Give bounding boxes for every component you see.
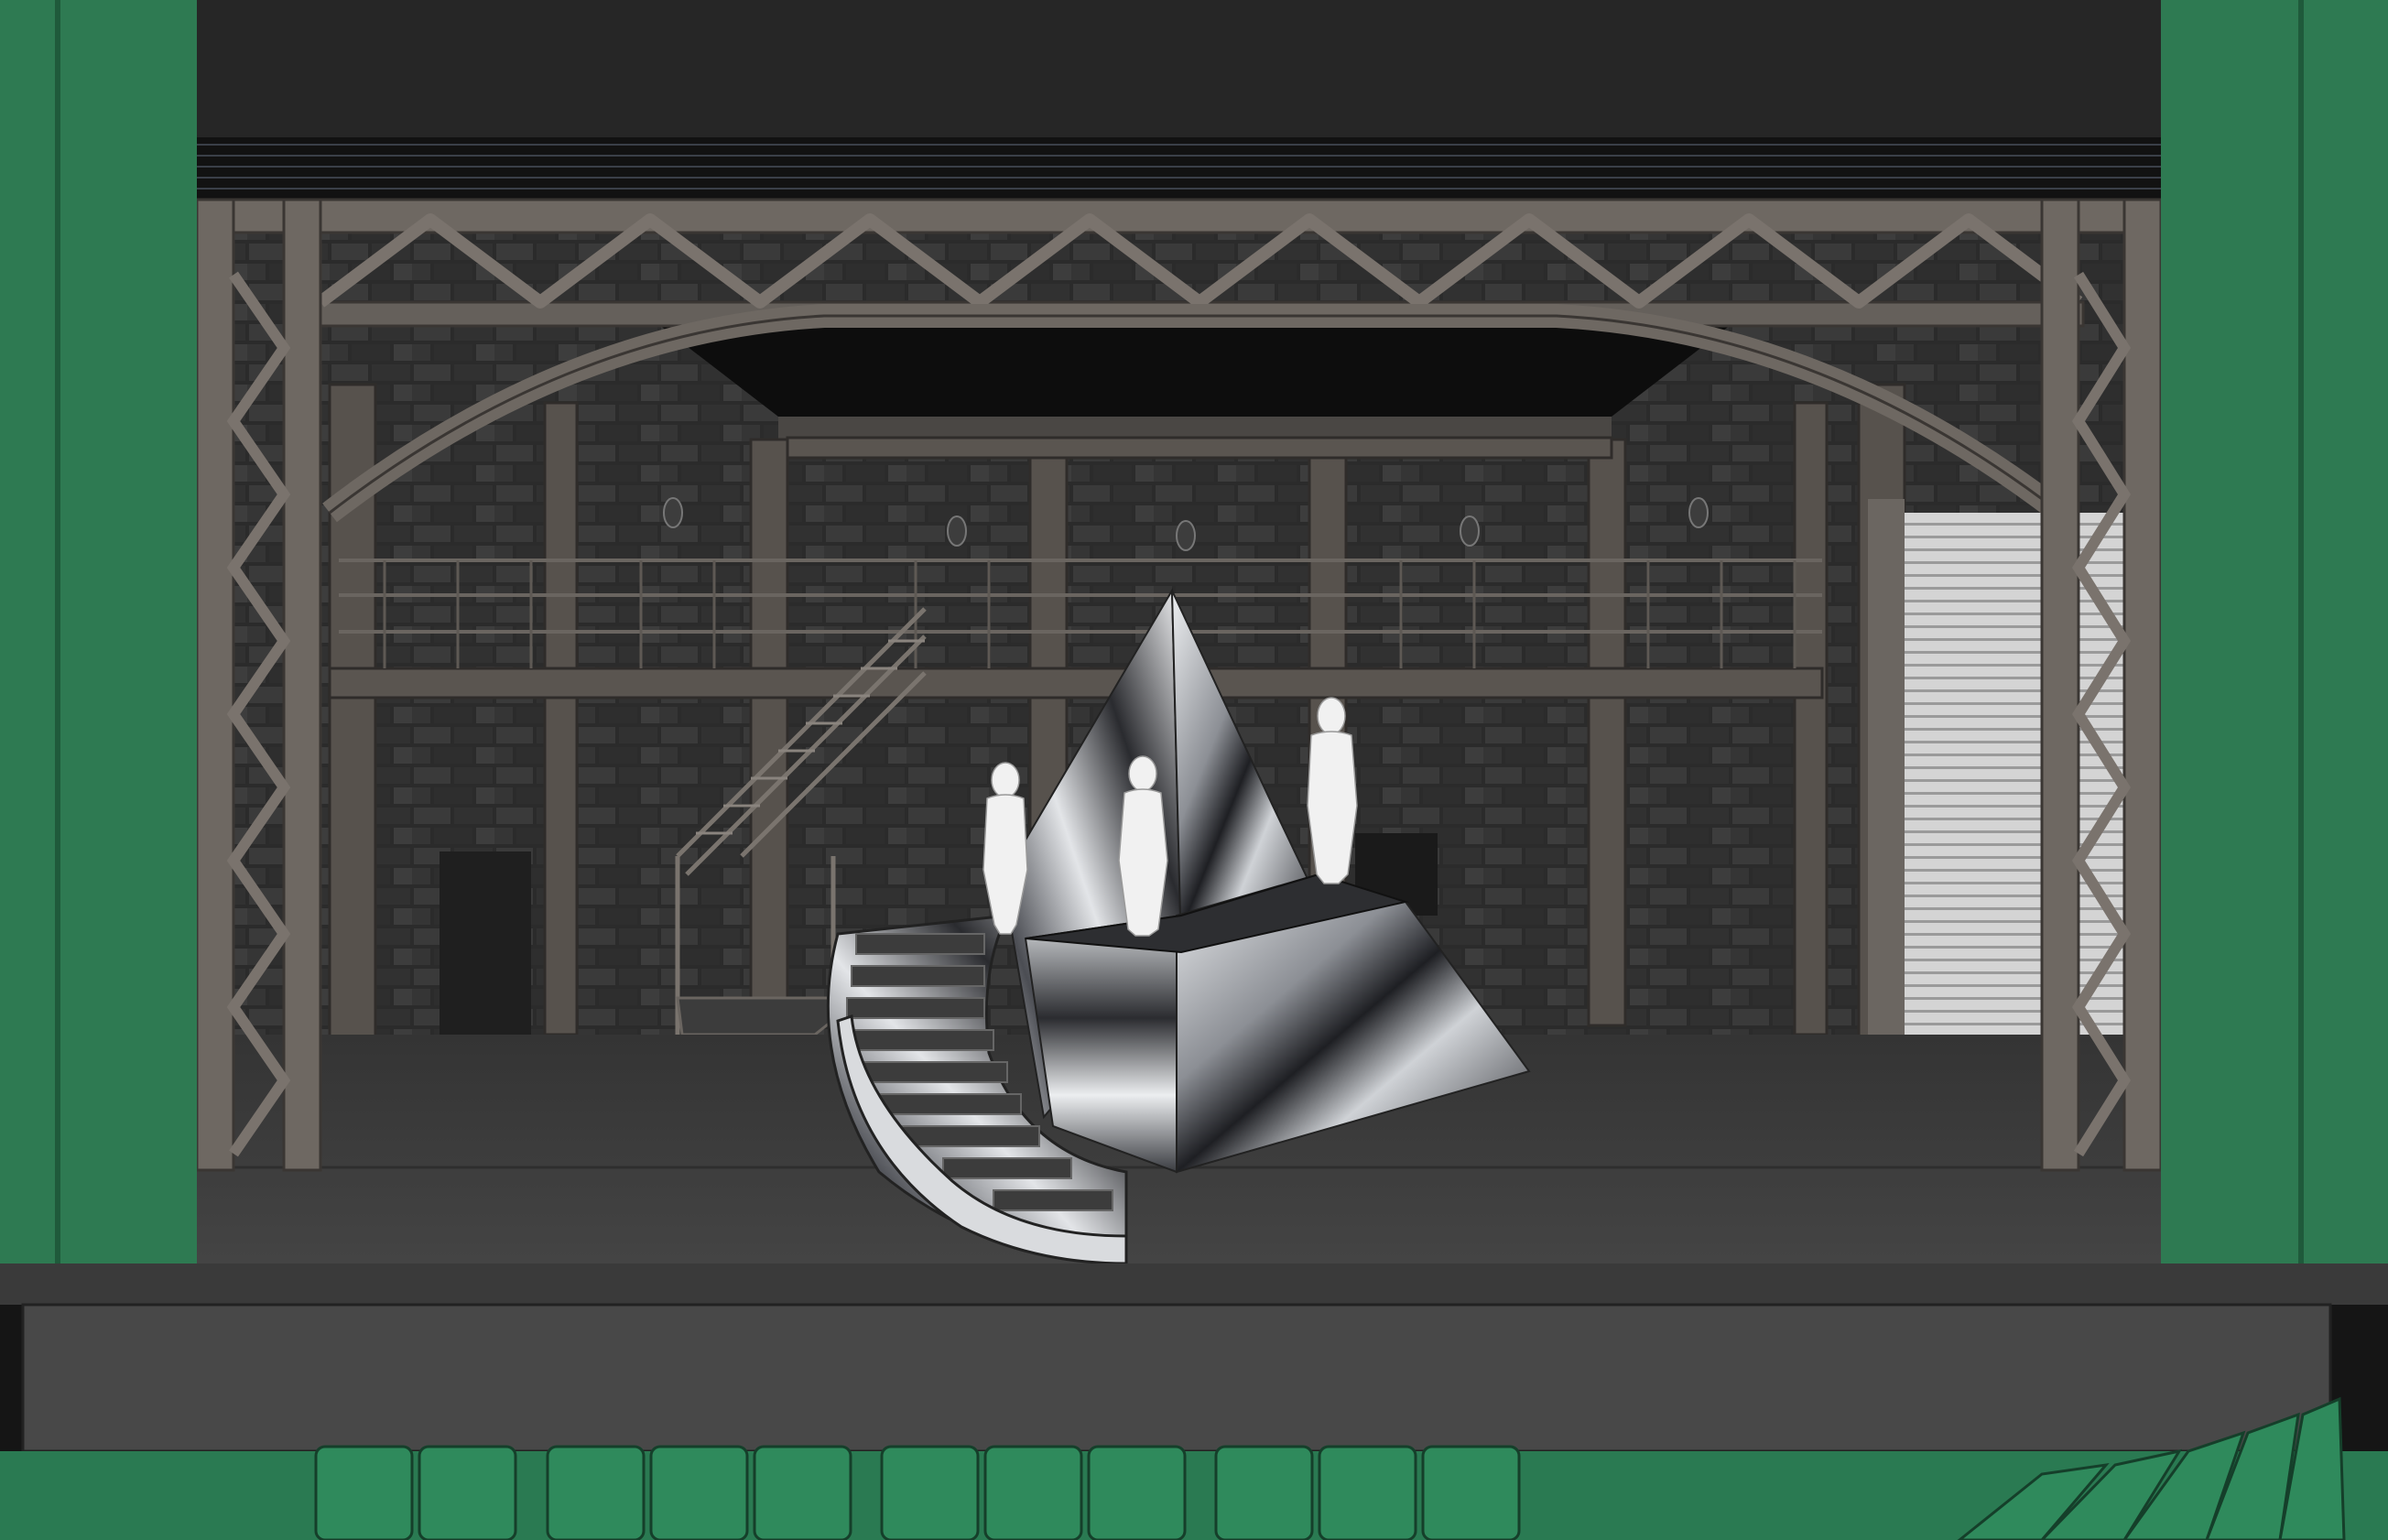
- proscenium-left: [0, 0, 197, 1263]
- roller-shutter: [1900, 513, 2143, 1090]
- stage-scene: [0, 0, 2388, 1540]
- apron-front: [0, 1263, 2388, 1305]
- proscenium-right: [2161, 0, 2388, 1263]
- fly-space: [0, 0, 2388, 146]
